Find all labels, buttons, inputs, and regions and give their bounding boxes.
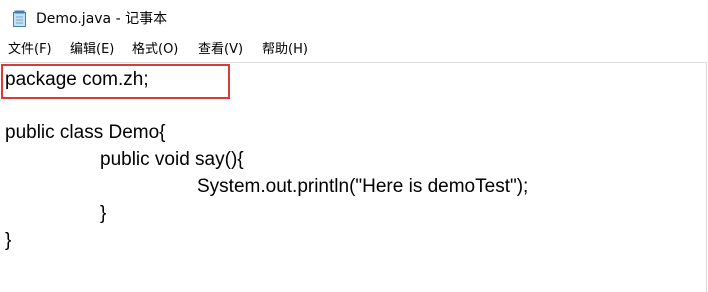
window-title: Demo.java - 记事本 xyxy=(36,11,168,27)
menu-bar: 文件(F) 编辑(E) 格式(O) 查看(V) 帮助(H) xyxy=(0,38,708,62)
code-line-package: package com.zh; xyxy=(5,69,149,90)
notepad-window: Demo.java - 记事本 文件(F) 编辑(E) 格式(O) 查看(V) … xyxy=(0,0,708,292)
text-editor[interactable]: package com.zh; public class Demo{ publi… xyxy=(0,62,707,292)
code-line-class: public class Demo{ xyxy=(5,122,166,143)
code-line-method-close: } xyxy=(100,203,107,224)
notepad-icon xyxy=(12,10,28,28)
code-line-println: System.out.println("Here is demoTest"); xyxy=(197,176,529,197)
menu-format[interactable]: 格式(O) xyxy=(132,41,178,59)
menu-edit[interactable]: 编辑(E) xyxy=(70,41,114,59)
menu-view[interactable]: 查看(V) xyxy=(198,41,243,59)
menu-help[interactable]: 帮助(H) xyxy=(262,41,308,59)
code-line-method: public void say(){ xyxy=(100,149,244,170)
menu-file[interactable]: 文件(F) xyxy=(8,41,52,59)
title-bar: Demo.java - 记事本 xyxy=(0,0,708,36)
code-line-class-close: } xyxy=(5,230,12,251)
